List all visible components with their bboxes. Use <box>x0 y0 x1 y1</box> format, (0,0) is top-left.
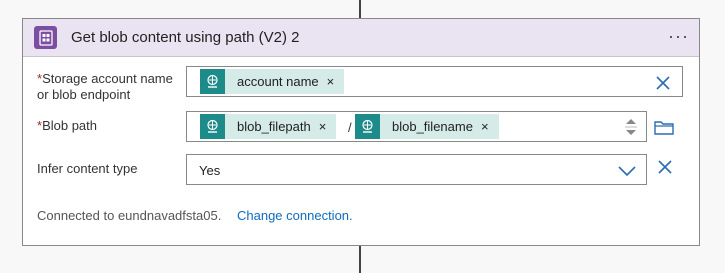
parameter-icon <box>355 114 380 139</box>
dynamic-token-blob-filepath[interactable]: blob_filepath × <box>200 114 337 139</box>
dynamic-token-blob-filename[interactable]: blob_filename × <box>355 114 499 139</box>
storage-account-field[interactable]: account name × <box>186 66 683 97</box>
action-title: Get blob content using path (V2) 2 <box>71 29 300 46</box>
remove-token-icon[interactable]: × <box>319 74 345 89</box>
dynamic-token-account-name[interactable]: account name × <box>200 69 345 94</box>
action-card: Get blob content using path (V2) 2 ··· *… <box>22 18 700 246</box>
folder-browse-icon[interactable] <box>654 119 674 135</box>
parameter-icon <box>200 114 225 139</box>
parameter-icon <box>200 69 225 94</box>
scroll-stepper-icon[interactable] <box>624 116 638 138</box>
token-label: account name <box>237 74 319 89</box>
flow-connector-bottom <box>359 246 361 273</box>
flow-connector-top <box>359 0 361 18</box>
blob-storage-icon <box>34 26 57 49</box>
token-label: blob_filepath <box>237 119 311 134</box>
blob-path-field[interactable]: blob_filepath × / blob_filename × <box>186 111 647 142</box>
remove-token-icon[interactable]: × <box>473 119 499 134</box>
select-value: Yes <box>199 163 221 178</box>
storage-account-label: *Storage account name or blob endpoint <box>37 71 173 102</box>
clear-field-icon[interactable] <box>658 160 672 174</box>
connection-status: Connected to eundnavadfsta05. <box>37 208 222 223</box>
change-connection-link[interactable]: Change connection. <box>237 208 353 223</box>
token-label: blob_filename <box>392 119 473 134</box>
remove-token-icon[interactable]: × <box>311 119 337 134</box>
path-separator: / <box>348 120 352 135</box>
infer-content-type-label: Infer content type <box>37 161 138 176</box>
action-header[interactable]: Get blob content using path (V2) 2 ··· <box>23 19 699 57</box>
chevron-down-icon[interactable] <box>618 165 636 177</box>
infer-content-type-select[interactable]: Yes <box>186 154 647 185</box>
clear-field-icon[interactable] <box>656 76 670 90</box>
more-options-icon[interactable]: ··· <box>668 26 689 47</box>
blob-path-label: *Blob path <box>37 118 97 133</box>
